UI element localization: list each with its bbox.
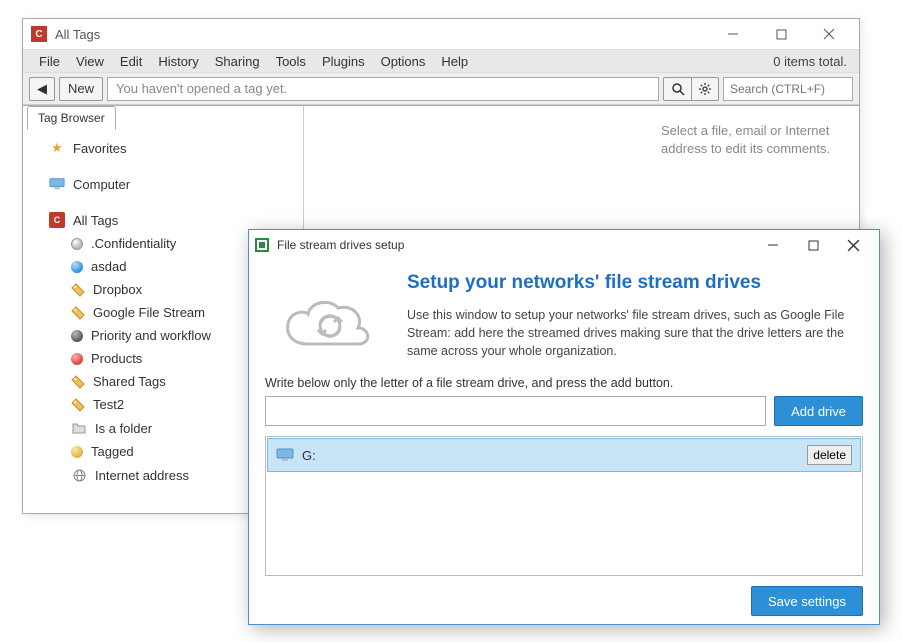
tree-label: Computer (73, 177, 130, 192)
menu-file[interactable]: File (31, 54, 68, 69)
computer-icon (49, 176, 65, 192)
tag-icon (71, 283, 85, 297)
tree-favorites[interactable]: ★ Favorites (31, 136, 295, 160)
modal-titlebar: File stream drives setup (249, 230, 879, 260)
cloud-sync-icon (273, 272, 383, 360)
menu-plugins[interactable]: Plugins (314, 54, 373, 69)
titlebar: C All Tags (23, 19, 859, 49)
modal-close-button[interactable] (833, 233, 873, 257)
menu-edit[interactable]: Edit (112, 54, 150, 69)
globe-icon (71, 467, 87, 483)
dot-icon (71, 446, 83, 458)
app-icon: C (49, 212, 65, 228)
save-settings-button[interactable]: Save settings (751, 586, 863, 616)
search-icon (671, 82, 685, 96)
new-button[interactable]: New (59, 77, 103, 101)
settings-button[interactable] (691, 77, 719, 101)
dialog-description: Use this window to setup your networks' … (407, 306, 855, 360)
menu-sharing[interactable]: Sharing (207, 54, 268, 69)
tab-bar: Tag Browser (23, 105, 116, 129)
app-icon: C (31, 26, 47, 42)
window-title: All Tags (55, 27, 715, 42)
menu-history[interactable]: History (150, 54, 206, 69)
tree-item-label: Priority and workflow (91, 328, 211, 343)
dialog-icon (255, 238, 269, 252)
star-icon: ★ (49, 140, 65, 156)
gear-icon (698, 82, 712, 96)
modal-minimize-button[interactable] (753, 233, 793, 257)
tree-item-label: Google File Stream (93, 305, 205, 320)
tree-item-label: Test2 (93, 397, 124, 412)
window-controls (715, 24, 851, 44)
instruction-text: Write below only the letter of a file st… (265, 374, 863, 396)
tag-icon (71, 398, 85, 412)
menu-help[interactable]: Help (433, 54, 476, 69)
dot-icon (71, 261, 83, 273)
drive-letter-input[interactable] (265, 396, 766, 426)
address-bar[interactable]: You haven't opened a tag yet. (107, 77, 659, 101)
dot-icon (71, 238, 83, 250)
right-panel-text: Select a file, email or Internet address… (661, 122, 847, 158)
tree-item-label: Products (91, 351, 142, 366)
menu-view[interactable]: View (68, 54, 112, 69)
items-total-label: 0 items total. (773, 54, 851, 69)
tree-label: All Tags (73, 213, 118, 228)
tree-label: Favorites (73, 141, 126, 156)
menu-options[interactable]: Options (373, 54, 434, 69)
drive-list: G: delete (265, 436, 863, 576)
drive-row[interactable]: G: delete (267, 438, 861, 472)
dot-icon (71, 330, 83, 342)
tree-item-label: Internet address (95, 468, 189, 483)
tree-item-label: Tagged (91, 444, 134, 459)
tab-tag-browser[interactable]: Tag Browser (27, 106, 116, 130)
tree-item-label: asdad (91, 259, 126, 274)
dialog-heading: Setup your networks' file stream drives (407, 272, 855, 294)
tree-item-label: Dropbox (93, 282, 142, 297)
close-button[interactable] (811, 24, 847, 44)
tree-item-label: Shared Tags (93, 374, 166, 389)
modal-maximize-button[interactable] (793, 233, 833, 257)
search-button[interactable] (663, 77, 691, 101)
tree-item-label: .Confidentiality (91, 236, 176, 251)
dot-icon (71, 353, 83, 365)
add-drive-button[interactable]: Add drive (774, 396, 863, 426)
maximize-button[interactable] (763, 24, 799, 44)
toolbar: ◀ New You haven't opened a tag yet. (23, 73, 859, 105)
drive-icon (276, 448, 294, 462)
dialog-title: File stream drives setup (277, 238, 753, 252)
back-button[interactable]: ◀ (29, 77, 55, 101)
folder-icon (71, 420, 87, 436)
menubar: File View Edit History Sharing Tools Plu… (23, 49, 859, 73)
drive-letter-label: G: (302, 448, 799, 463)
tag-icon (71, 306, 85, 320)
minimize-button[interactable] (715, 24, 751, 44)
file-stream-setup-dialog: File stream drives setup Setup yo (248, 229, 880, 625)
tree-computer[interactable]: Computer (31, 172, 295, 196)
search-input[interactable] (723, 77, 853, 101)
tree-item-label: Is a folder (95, 421, 152, 436)
menu-tools[interactable]: Tools (268, 54, 314, 69)
delete-drive-button[interactable]: delete (807, 445, 852, 465)
tag-icon (71, 375, 85, 389)
